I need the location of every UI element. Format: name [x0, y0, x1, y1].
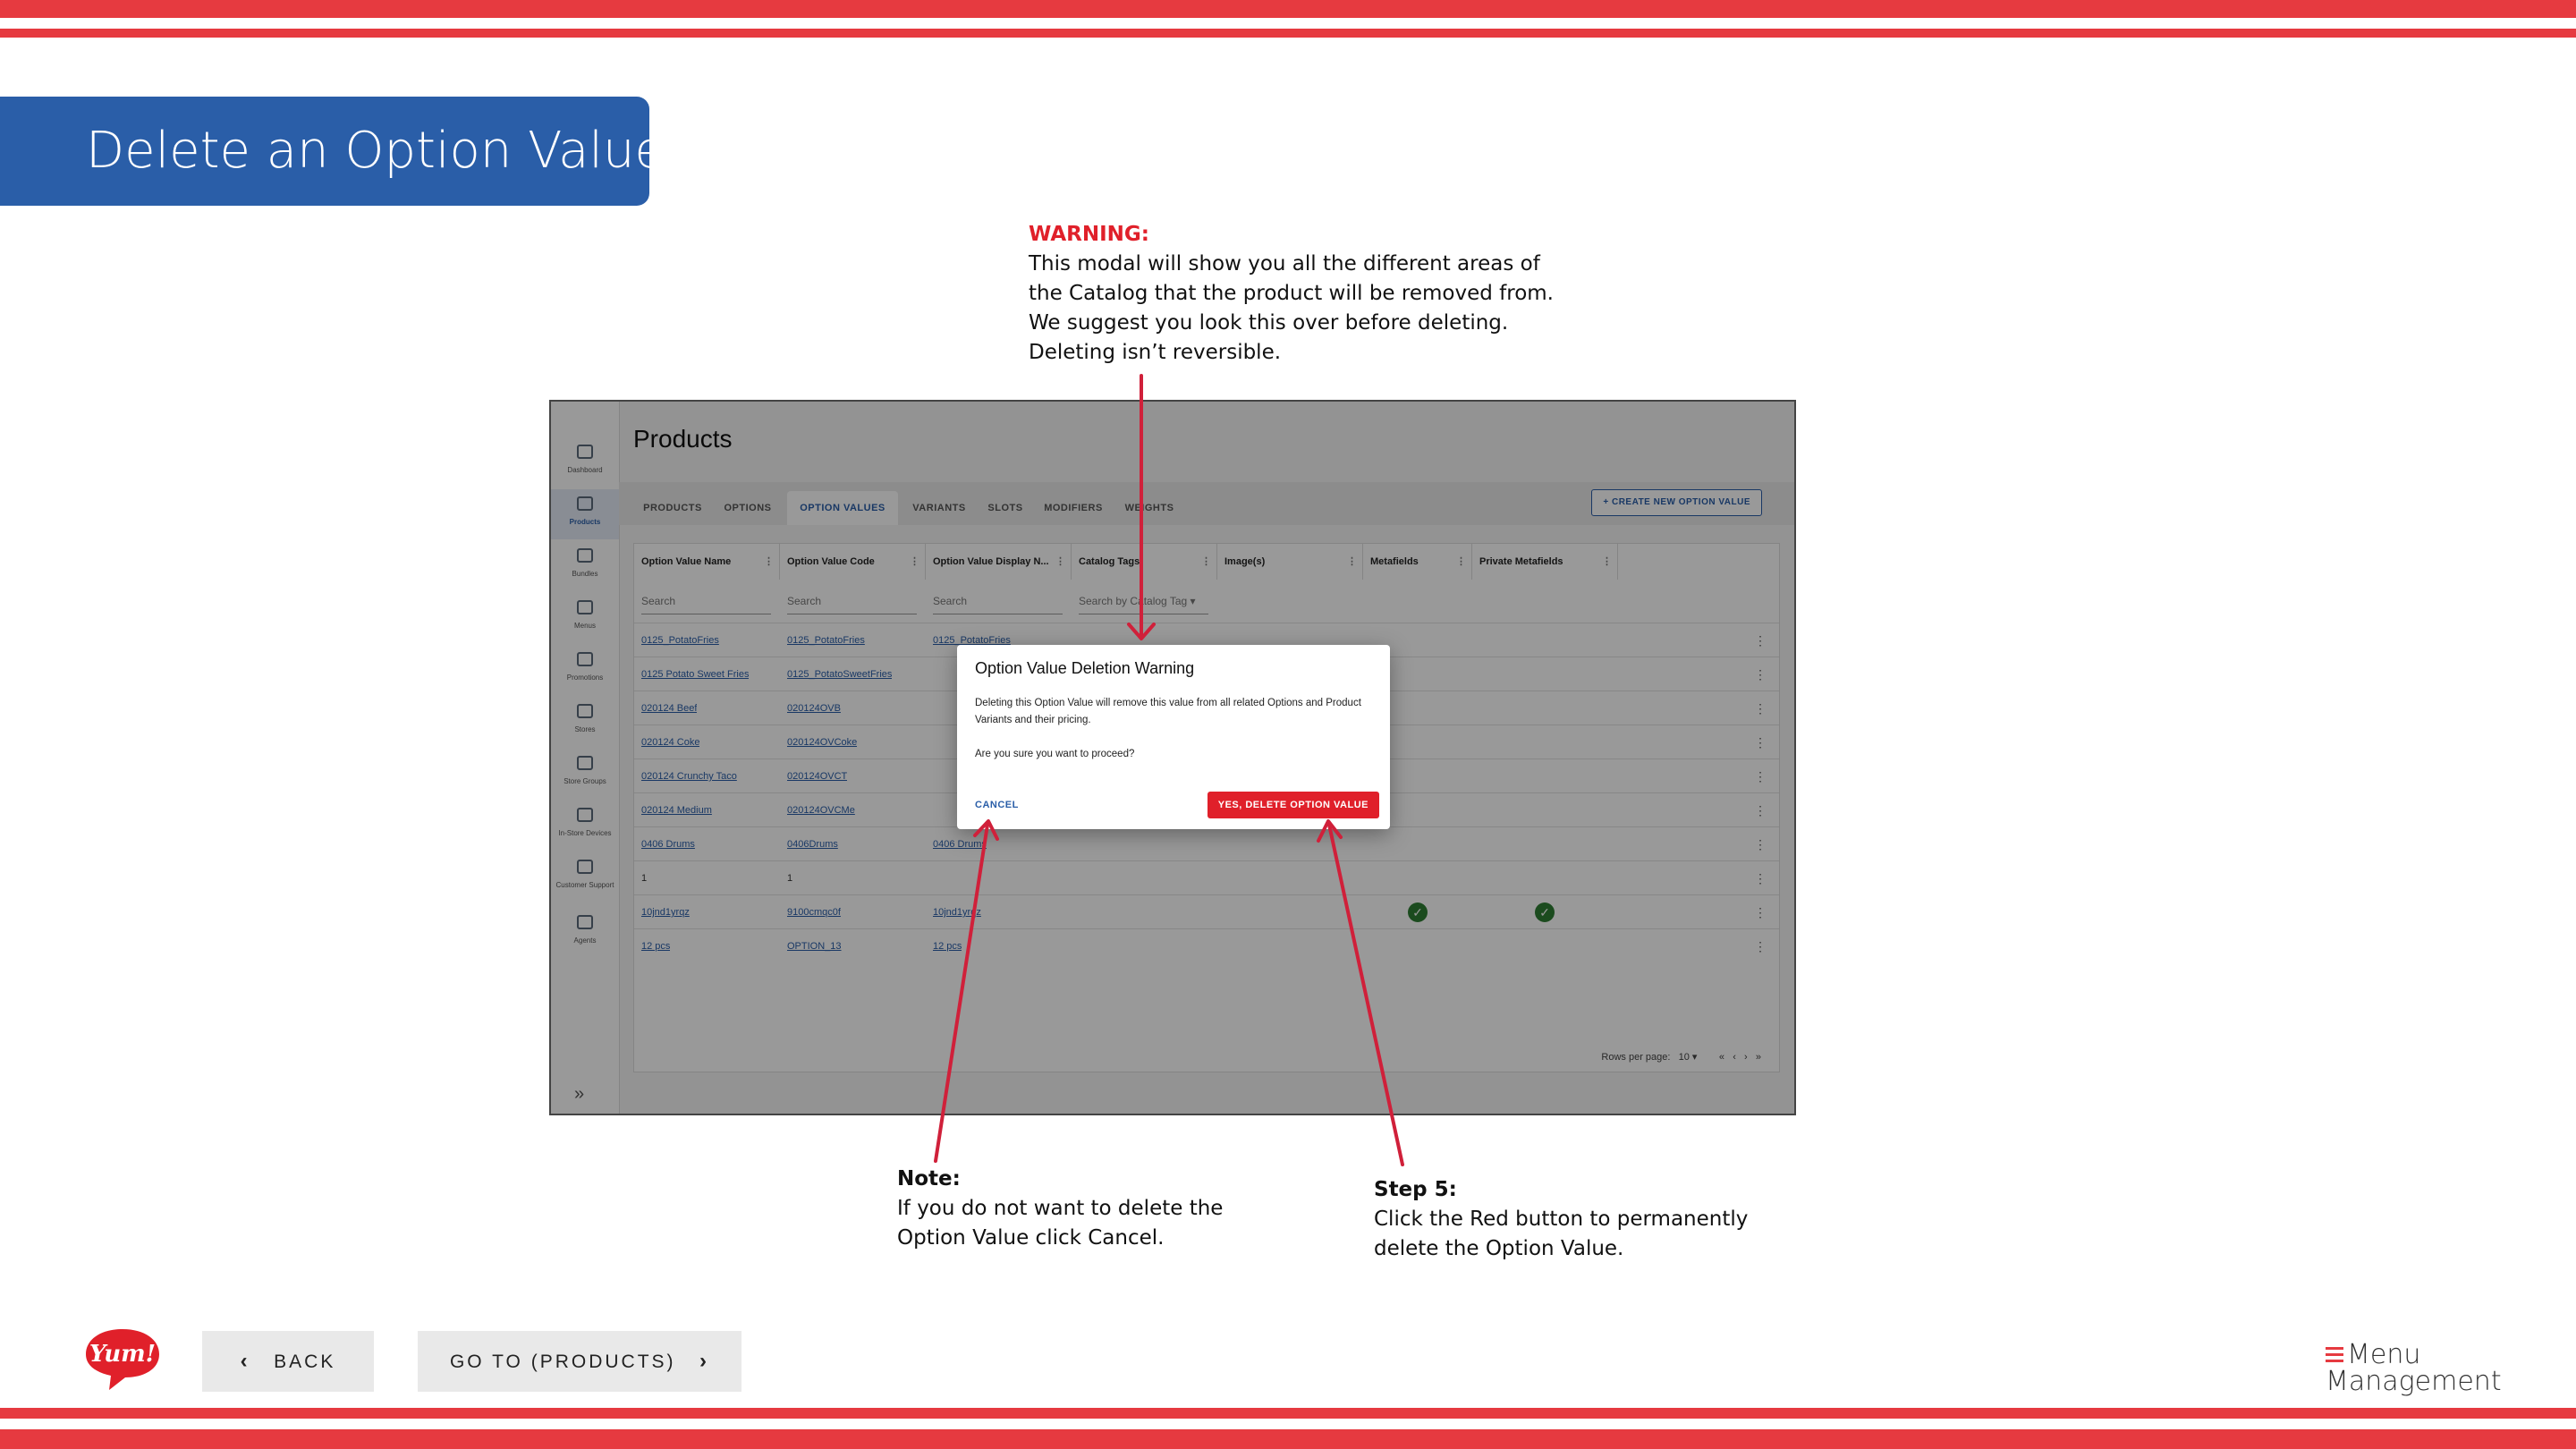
step-callout: Step 5: Click the Red button to permanen… — [1374, 1175, 1748, 1264]
note-line: Option Value click Cancel. — [897, 1226, 1165, 1250]
modal-title: Option Value Deletion Warning — [975, 659, 1195, 677]
step-line: Click the Red button to permanently — [1374, 1208, 1749, 1231]
go-to-products-label: GO TO (PRODUCTS) — [449, 1352, 676, 1372]
bottom-stripe-2 — [0, 1429, 2576, 1449]
brand-line-1: Menu — [2347, 1339, 2421, 1370]
back-button[interactable]: ‹ BACK — [202, 1331, 374, 1392]
slide-title-box: Delete an Option Value — [0, 97, 665, 206]
slide-title: Delete an Option Value — [86, 122, 665, 180]
menu-lines-icon — [2326, 1347, 2343, 1366]
modal-question: Are you sure you want to proceed? — [975, 749, 1135, 759]
modal-body: Deleting this Option Value will remove t… — [975, 695, 1377, 763]
back-button-label: BACK — [274, 1352, 336, 1372]
chevron-left-icon: ‹ — [240, 1349, 250, 1373]
top-stripe-2 — [0, 29, 2576, 38]
warning-line: We suggest you look this over before del… — [1029, 311, 1509, 335]
warning-line: the Catalog that the product will be rem… — [1029, 282, 1554, 305]
top-stripe-1 — [0, 0, 2576, 18]
step-line: delete the Option Value. — [1374, 1237, 1624, 1260]
warning-callout: WARNING: This modal will show you all th… — [1029, 220, 1554, 368]
go-to-products-button[interactable]: GO TO (PRODUCTS) › — [418, 1331, 741, 1392]
deletion-warning-modal: Option Value Deletion Warning Deleting t… — [957, 645, 1390, 829]
chevron-right-icon: › — [699, 1349, 710, 1373]
note-callout: Note: If you do not want to delete the O… — [897, 1165, 1223, 1253]
note-line: If you do not want to delete the — [897, 1197, 1224, 1220]
warning-line: Deleting isn’t reversible. — [1029, 341, 1282, 364]
warning-line: This modal will show you all the differe… — [1029, 252, 1540, 275]
modal-message: Deleting this Option Value will remove t… — [975, 698, 1361, 725]
yum-logo: Yum! — [86, 1329, 159, 1390]
step-heading: Step 5: — [1374, 1178, 1457, 1201]
brand-line-2: Management — [2326, 1366, 2502, 1397]
cancel-button[interactable]: CANCEL — [973, 792, 1021, 818]
app-screenshot: Dashboard Products Bundles Menus Promoti… — [549, 400, 1796, 1115]
note-heading: Note: — [897, 1167, 961, 1191]
menu-management-logo: Menu Management — [2326, 1342, 2502, 1395]
bottom-stripe-1 — [0, 1408, 2576, 1419]
warning-heading: WARNING: — [1029, 223, 1149, 246]
confirm-delete-button[interactable]: YES, DELETE OPTION VALUE — [1207, 792, 1379, 818]
yum-logo-text: Yum! — [89, 1341, 156, 1368]
